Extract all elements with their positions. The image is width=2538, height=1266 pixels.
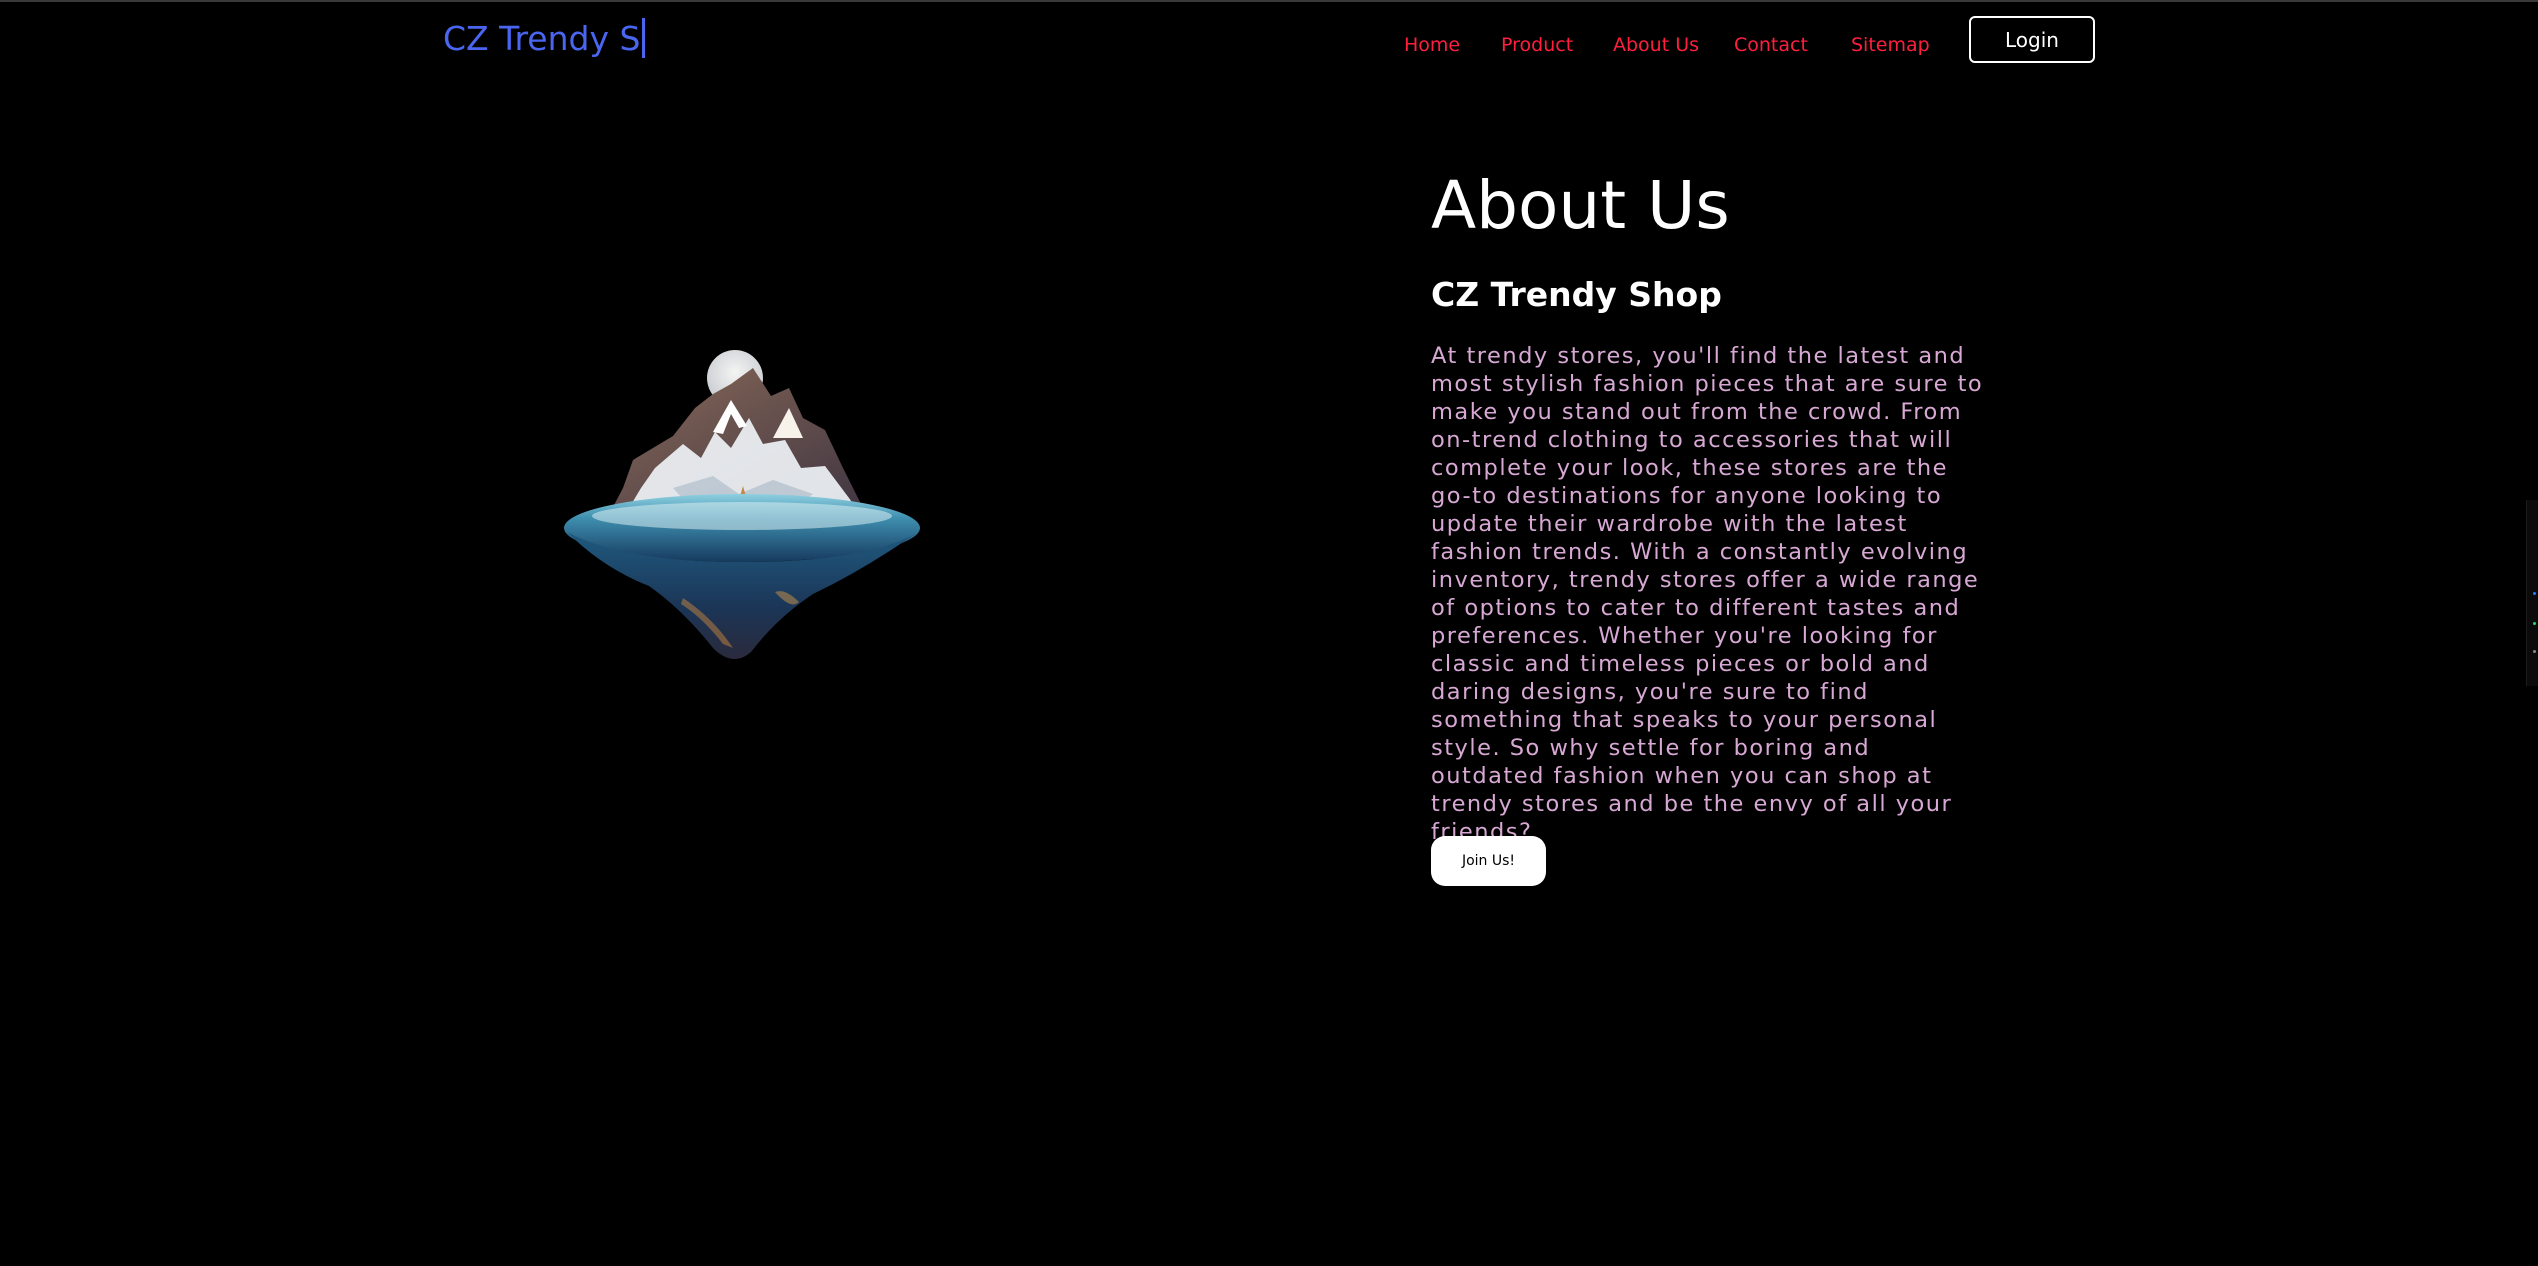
shop-name-heading: CZ Trendy Shop bbox=[1431, 275, 1722, 314]
edge-scroll-widget[interactable] bbox=[2526, 500, 2538, 686]
nav-link-sitemap[interactable]: Sitemap bbox=[1851, 32, 1930, 58]
edge-indicator-icon bbox=[2533, 650, 2536, 653]
login-button[interactable]: Login bbox=[1969, 16, 2095, 63]
edge-indicator-icon bbox=[2533, 592, 2536, 595]
edge-indicator-icon bbox=[2533, 622, 2536, 625]
nav-link-about-us[interactable]: About Us bbox=[1613, 32, 1699, 58]
page-title: About Us bbox=[1431, 167, 1730, 244]
nav-link-contact[interactable]: Contact bbox=[1734, 32, 1808, 58]
join-us-button[interactable]: Join Us! bbox=[1431, 836, 1546, 886]
nav-link-home[interactable]: Home bbox=[1404, 32, 1460, 58]
nav-link-product[interactable]: Product bbox=[1501, 32, 1573, 58]
window-top-border bbox=[0, 0, 2538, 2]
about-paragraph: At trendy stores, you'll find the latest… bbox=[1431, 343, 1984, 845]
floating-island-image bbox=[564, 350, 920, 660]
main-nav: Home Product About Us Contact Sitemap bbox=[0, 32, 2538, 58]
